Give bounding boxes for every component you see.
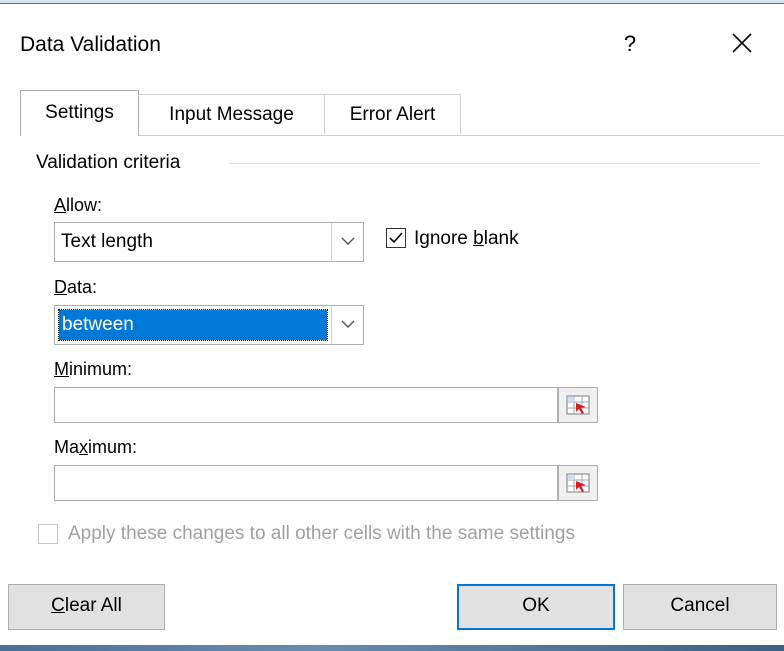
allow-dropdown[interactable]: Text length [54, 222, 364, 262]
title-bar: Data Validation ? [0, 4, 784, 82]
data-dropdown-button[interactable] [331, 306, 363, 344]
checkmark-icon [389, 232, 403, 244]
group-divider [230, 163, 760, 164]
data-dropdown[interactable]: between [54, 305, 364, 345]
tab-input-message[interactable]: Input Message [139, 94, 325, 134]
tab-settings[interactable]: Settings [20, 90, 139, 136]
window-bottom-edge [0, 645, 784, 651]
allow-dropdown-button[interactable] [331, 223, 363, 261]
data-validation-dialog: Data Validation ? Settings Input Message… [0, 0, 784, 651]
tab-error-alert[interactable]: Error Alert [325, 94, 461, 134]
range-selector-icon [566, 473, 590, 493]
chevron-down-icon [341, 320, 354, 328]
range-selector-icon [566, 395, 590, 415]
close-button[interactable] [716, 24, 768, 64]
allow-selected-value: Text length [61, 231, 153, 252]
minimum-input[interactable] [54, 387, 558, 423]
ignore-blank-checkbox[interactable] [386, 228, 406, 248]
data-label: Data: [54, 277, 98, 297]
ok-button[interactable]: OK [457, 584, 615, 630]
tab-panel-border [139, 135, 784, 136]
apply-to-all-label: Apply these changes to all other cells w… [68, 523, 575, 544]
close-icon [732, 33, 752, 53]
minimum-label: Minimum: [54, 359, 133, 379]
chevron-down-icon [341, 237, 354, 245]
help-button[interactable]: ? [608, 24, 652, 64]
maximum-range-selector-button[interactable] [558, 465, 598, 501]
data-selected-value: between [58, 309, 328, 341]
validation-criteria-heading: Validation criteria [36, 152, 189, 174]
allow-label: Allow: [54, 195, 103, 215]
clear-all-button[interactable]: Clear All [8, 584, 165, 630]
dialog-title: Data Validation [20, 33, 161, 56]
minimum-range-selector-button[interactable] [558, 387, 598, 423]
maximum-label: Maximum: [54, 437, 138, 457]
maximum-input[interactable] [54, 465, 558, 501]
cancel-button[interactable]: Cancel [623, 584, 777, 630]
apply-to-all-checkbox[interactable] [38, 524, 58, 544]
ignore-blank-label[interactable]: Ignore blank [414, 228, 519, 250]
